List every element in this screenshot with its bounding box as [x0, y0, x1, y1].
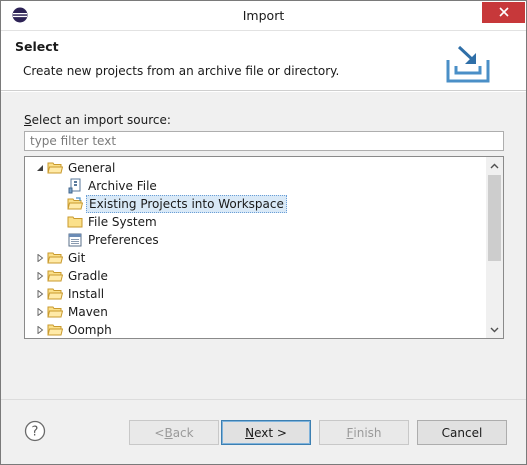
help-icon[interactable]: ?	[24, 420, 46, 442]
next-button[interactable]: Next >	[221, 420, 311, 445]
folder-icon	[46, 321, 63, 338]
preferences-icon	[66, 231, 83, 249]
tree-item-gradle[interactable]: Gradle	[34, 267, 110, 285]
filter-input[interactable]	[24, 131, 504, 151]
tree-item-label: Archive File	[88, 179, 157, 193]
tree-item-label: Existing Projects into Workspace	[86, 195, 287, 213]
tree-item-label: General	[68, 161, 116, 175]
tree-scrollbar[interactable]	[486, 157, 503, 338]
tree-item-label: Gradle	[68, 269, 108, 283]
tree-item-git[interactable]: Git	[34, 249, 87, 267]
page-title: Select	[15, 39, 59, 54]
tree-item-label: Git	[68, 251, 86, 265]
import-dialog: Import Select Create new projects from a…	[0, 0, 527, 465]
existing-projects-icon	[66, 195, 83, 213]
svg-text:?: ?	[32, 425, 39, 440]
title-bar[interactable]: Import	[1, 1, 526, 30]
tree-item-label: File System	[88, 215, 157, 229]
window-title: Import	[242, 8, 285, 23]
tree-item-label: Maven	[68, 305, 108, 319]
expand-arrow-icon[interactable]	[34, 321, 46, 338]
folder-icon	[46, 249, 63, 267]
scroll-up-icon[interactable]	[486, 157, 503, 174]
expand-arrow-icon[interactable]	[34, 249, 46, 267]
tree-item-label: Preferences	[88, 233, 159, 247]
expand-arrow-icon[interactable]	[34, 267, 46, 285]
import-source-label: Select an import source:	[24, 113, 171, 127]
tree-item-install[interactable]: Install	[34, 285, 106, 303]
tree-item-label: Oomph	[68, 323, 112, 337]
scroll-down-icon[interactable]	[486, 321, 503, 338]
folder-icon	[46, 267, 63, 285]
tree-item-existing-projects[interactable]: Existing Projects into Workspace	[66, 195, 287, 213]
expand-arrow-icon[interactable]	[34, 285, 46, 303]
page-description: Create new projects from an archive file…	[23, 64, 340, 78]
collapse-arrow-icon[interactable]	[34, 159, 46, 177]
close-button[interactable]	[482, 2, 525, 23]
tree-item-file-system[interactable]: File System	[66, 213, 159, 231]
folder-icon	[66, 213, 83, 231]
wizard-content: Select an import source: General Archive…	[1, 92, 526, 399]
archive-file-icon	[66, 177, 83, 195]
import-source-tree[interactable]: General Archive File Existing Projects i…	[24, 156, 504, 339]
tree-item-preferences[interactable]: Preferences	[66, 231, 161, 249]
folder-open-icon	[46, 159, 63, 177]
tree-item-label: Install	[68, 287, 105, 301]
cancel-button[interactable]: Cancel	[417, 420, 507, 445]
tree-item-archive-file[interactable]: Archive File	[66, 177, 159, 195]
expand-arrow-icon[interactable]	[34, 303, 46, 321]
folder-icon	[46, 285, 63, 303]
back-button[interactable]: < Back	[129, 420, 219, 445]
finish-button[interactable]: Finish	[319, 420, 409, 445]
button-bar: ? < Back Next > Finish Cancel	[1, 399, 526, 464]
import-tray-icon	[445, 44, 491, 84]
tree-item-maven[interactable]: Maven	[34, 303, 110, 321]
close-icon	[498, 6, 509, 20]
tree-item-general[interactable]: General	[34, 159, 117, 177]
folder-icon	[46, 303, 63, 321]
wizard-banner: Select Create new projects from an archi…	[1, 30, 526, 91]
scrollbar-thumb[interactable]	[488, 175, 501, 261]
tree-item-oomph[interactable]: Oomph	[34, 321, 114, 338]
